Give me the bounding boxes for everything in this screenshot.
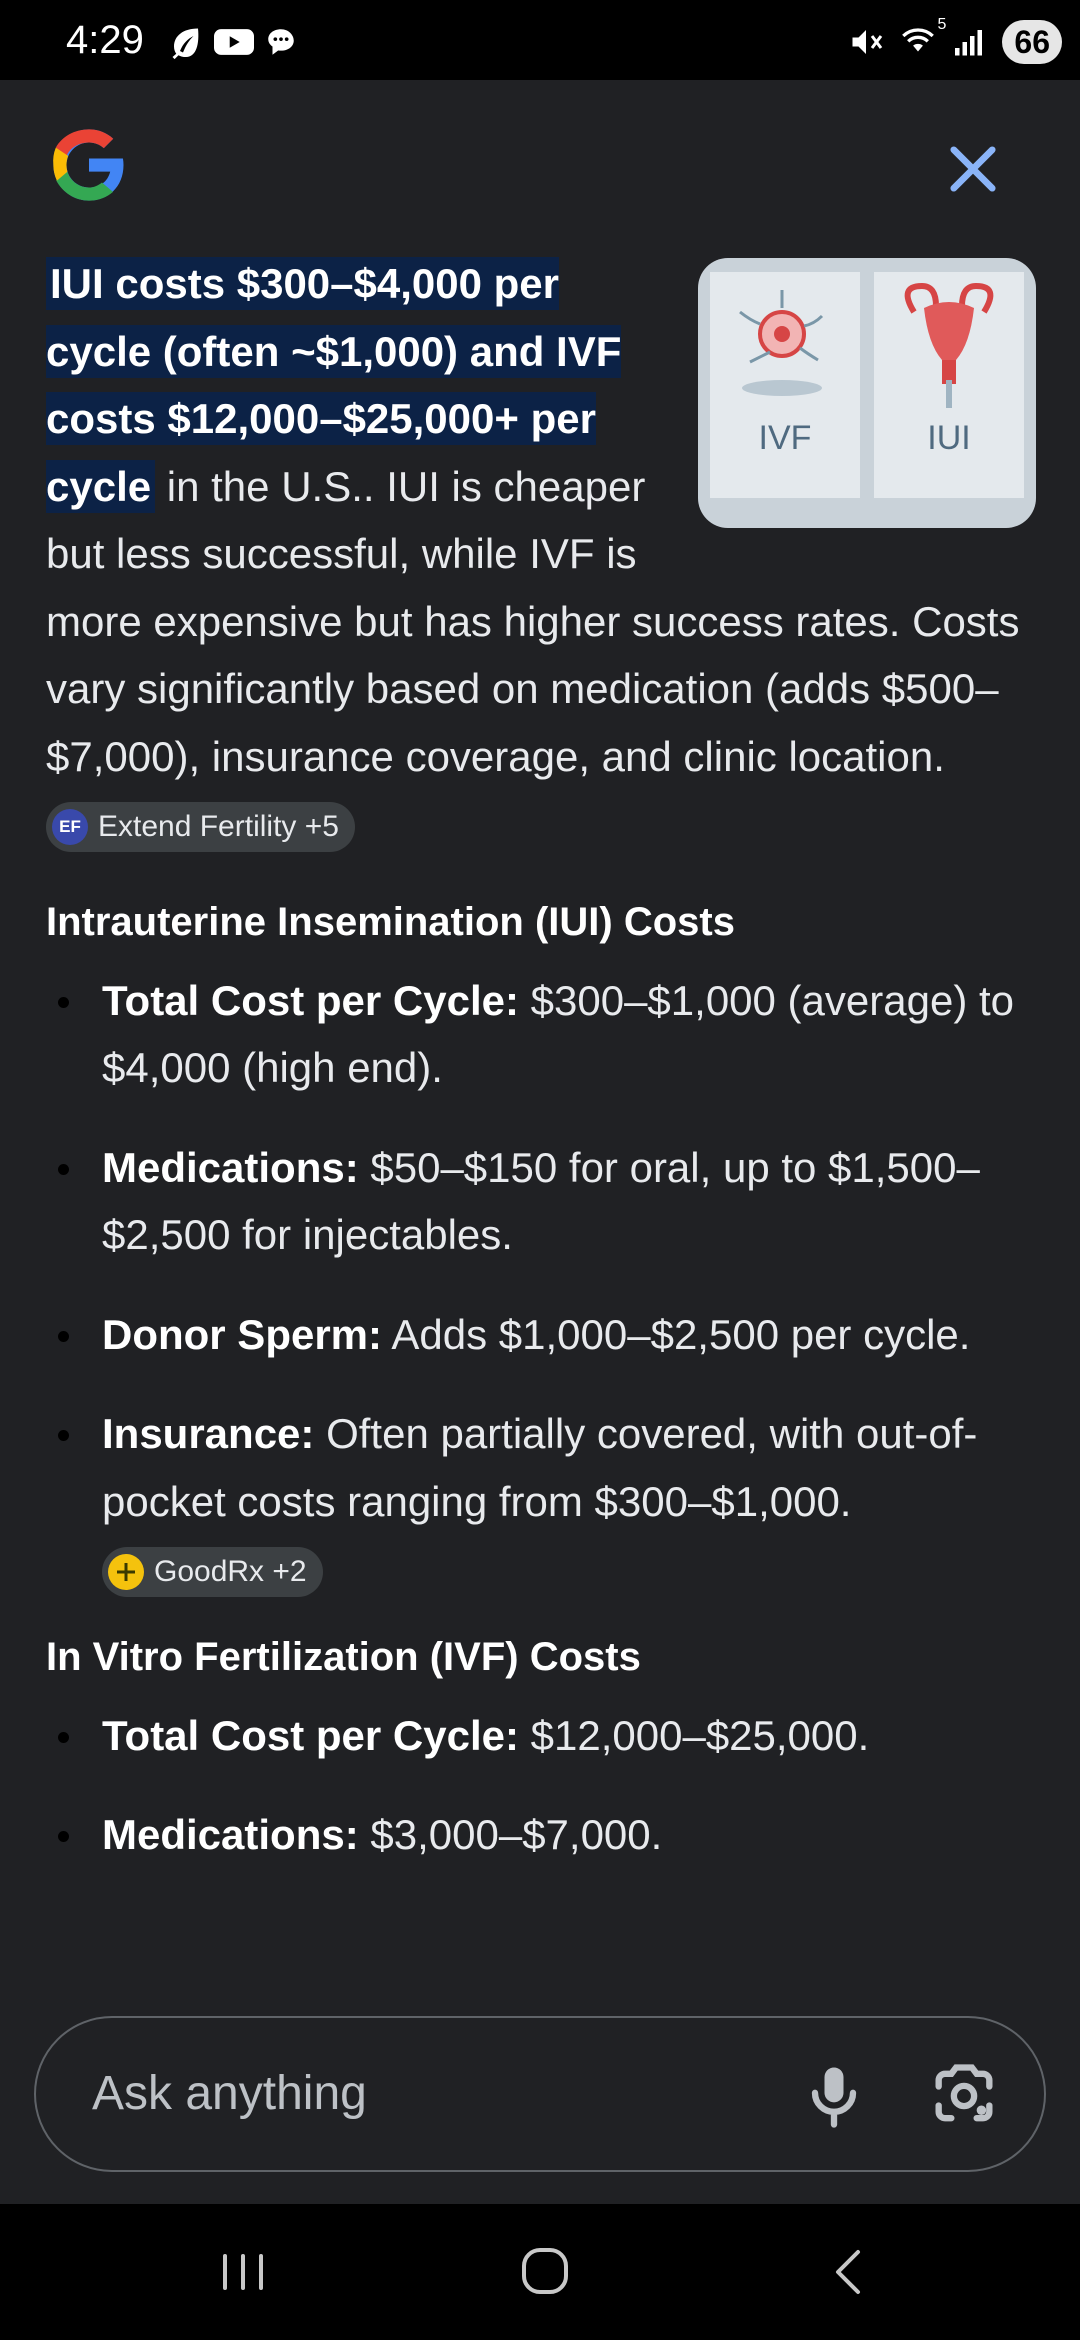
section-heading-iui: Intrauterine Insemination (IUI) Costs <box>46 899 735 944</box>
list-item-text: $12,000–$25,000. <box>518 1711 870 1759</box>
list-item-text: Adds $1,000–$2,500 per cycle. <box>382 1310 971 1358</box>
list-item-term: Total Cost per Cycle: <box>102 976 519 1024</box>
answer-content: IUI costs $300–$4,000 per cycle (often ~… <box>46 250 1036 1901</box>
youtube-icon <box>214 29 254 55</box>
list-item: Total Cost per Cycle: $300–$1,000 (avera… <box>46 967 1036 1102</box>
microphone-icon[interactable] <box>796 2058 872 2134</box>
wifi-badge: 5 <box>937 15 947 33</box>
close-icon[interactable] <box>940 136 1006 202</box>
list-item: Total Cost per Cycle: $12,000–$25,000. <box>46 1702 1036 1770</box>
list-item-text: $3,000–$7,000. <box>358 1811 663 1858</box>
recents-icon[interactable] <box>198 2232 288 2312</box>
source-chip-label: GoodRx +2 <box>154 1554 307 1588</box>
wifi-icon <box>902 27 935 51</box>
list-item: Medications: $50–$150 for oral, up to $1… <box>46 1134 1036 1269</box>
list-item: Insurance: Often partially covered, with… <box>46 1400 1036 1603</box>
extend-fertility-favicon: EF <box>52 808 88 845</box>
battery-indicator: 66 <box>1002 20 1062 64</box>
ivf-cost-list: Total Cost per Cycle: $12,000–$25,000. M… <box>46 1702 1036 1869</box>
source-chip-extend-fertility[interactable]: EF Extend Fertility +5 <box>46 801 355 852</box>
answer-summary: IUI costs $300–$4,000 per cycle (often ~… <box>46 250 1036 858</box>
goodrx-favicon <box>108 1553 144 1590</box>
iui-cost-list: Total Cost per Cycle: $300–$1,000 (avera… <box>46 967 1036 1603</box>
list-item-term: Insurance: <box>102 1410 315 1457</box>
mute-icon <box>852 30 883 54</box>
ask-input-bar[interactable]: Ask anything <box>34 2016 1046 2172</box>
signal-icon <box>955 30 983 56</box>
google-g-logo <box>53 129 126 201</box>
system-nav-bar <box>0 2204 1080 2340</box>
list-item: Medications: $3,000–$7,000. <box>46 1801 1036 1869</box>
home-icon[interactable] <box>500 2232 590 2312</box>
chat-bubble-icon <box>268 29 294 55</box>
status-bar: 4:29 5 66 <box>0 0 1080 80</box>
section-heading-ivf: In Vitro Fertilization (IVF) Costs <box>46 1634 641 1679</box>
ask-input[interactable]: Ask anything <box>92 2066 367 2121</box>
leaf-icon <box>172 28 199 60</box>
list-item: Donor Sperm: Adds $1,000–$2,500 per cycl… <box>46 1301 1036 1369</box>
back-icon[interactable] <box>804 2232 894 2312</box>
camera-lens-icon[interactable] <box>924 2058 1004 2134</box>
source-chip-label: Extend Fertility +5 <box>98 809 339 843</box>
list-item-term: Donor Sperm: <box>102 1310 383 1358</box>
status-time: 4:29 <box>66 18 144 62</box>
list-item-term: Medications: <box>102 1143 359 1191</box>
source-chip-goodrx[interactable]: GoodRx +2 <box>102 1546 323 1597</box>
ai-answer-sheet: IVF IUI IUI costs $300–$4,000 per cycle … <box>0 80 1080 2204</box>
list-item-term: Total Cost per Cycle: <box>102 1711 519 1759</box>
list-item-term: Medications: <box>102 1811 359 1858</box>
